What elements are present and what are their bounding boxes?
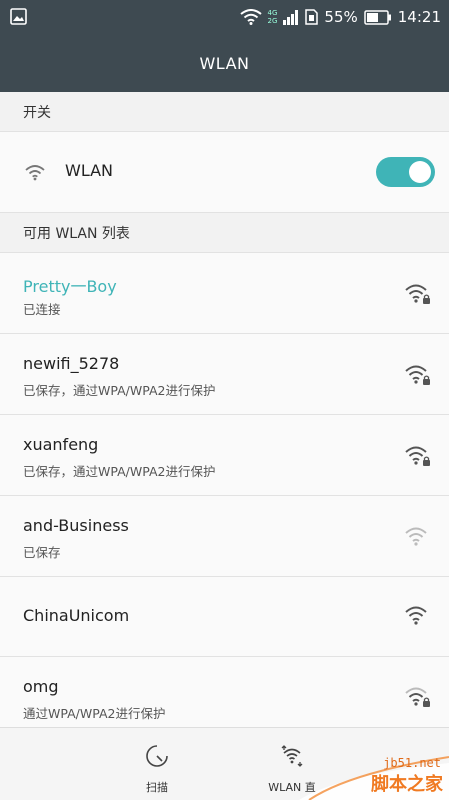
clock: 14:21 xyxy=(397,8,441,26)
network-name: omg xyxy=(23,677,59,696)
watermark: jb51.net 脚本之家 xyxy=(299,745,449,800)
sim-icon xyxy=(305,9,319,25)
battery-percent: 55% xyxy=(324,8,358,26)
network-row-and-business[interactable]: and-Business 已保存 xyxy=(0,496,449,577)
network-row-xuanfeng[interactable]: xuanfeng 已保存，通过WPA/WPA2进行保护 xyxy=(0,415,449,496)
network-status: 通过WPA/WPA2进行保护 xyxy=(23,706,166,721)
wifi-locked-icon xyxy=(405,365,430,385)
scan-button[interactable]: 扫描 xyxy=(107,728,207,800)
switch-section-header: 开关 xyxy=(0,92,449,132)
wlan-switch-label: WLAN xyxy=(65,161,114,180)
scan-icon xyxy=(146,744,169,767)
network-name: and-Business xyxy=(23,516,129,535)
network-row-newifi[interactable]: newifi_5278 已保存，通过WPA/WPA2进行保护 xyxy=(0,334,449,415)
status-bar: 4G 2G 55% 14:21 xyxy=(0,0,449,34)
switch-section-title: 开关 xyxy=(23,104,51,121)
battery-icon xyxy=(364,9,391,25)
scan-label: 扫描 xyxy=(146,781,168,794)
wifi-locked-icon xyxy=(405,284,430,304)
network-name: ChinaUnicom xyxy=(23,606,130,625)
watermark-text: 脚本之家 xyxy=(371,774,443,795)
network-status: 已连接 xyxy=(23,302,61,317)
wlan-toggle[interactable] xyxy=(376,157,435,187)
network-name: Pretty一Boy xyxy=(23,277,117,296)
network-name: xuanfeng xyxy=(23,435,99,454)
network-status: 已保存，通过WPA/WPA2进行保护 xyxy=(23,464,216,479)
network-status: 已保存，通过WPA/WPA2进行保护 xyxy=(23,383,216,398)
wifi-locked-icon xyxy=(405,446,430,466)
wifi-locked-icon xyxy=(405,687,430,707)
watermark-url: jb51.net xyxy=(383,756,441,770)
wifi-icon xyxy=(239,9,262,25)
network-type-bottom: 2G xyxy=(267,17,278,25)
network-name: newifi_5278 xyxy=(23,354,120,373)
available-list-title: 可用 WLAN 列表 xyxy=(23,225,130,242)
wifi-icon xyxy=(405,606,427,625)
title-bar: WLAN xyxy=(0,34,449,92)
wifi-weak-icon xyxy=(405,527,427,546)
network-status: 已保存 xyxy=(23,545,61,560)
network-row-pretty-boy[interactable]: Pretty一Boy 已连接 xyxy=(0,253,449,334)
page-title: WLAN xyxy=(199,53,250,73)
signal-icon xyxy=(283,10,299,25)
toggle-knob xyxy=(409,161,431,183)
wifi-icon xyxy=(25,165,45,181)
network-row-omg[interactable]: omg 通过WPA/WPA2进行保护 xyxy=(0,657,449,727)
image-icon xyxy=(10,8,27,25)
network-row-chinaunicom[interactable]: ChinaUnicom xyxy=(0,577,449,657)
network-type-labels: 4G 2G xyxy=(268,9,278,25)
network-type-top: 4G xyxy=(267,9,278,17)
available-list-header: 可用 WLAN 列表 xyxy=(0,213,449,253)
